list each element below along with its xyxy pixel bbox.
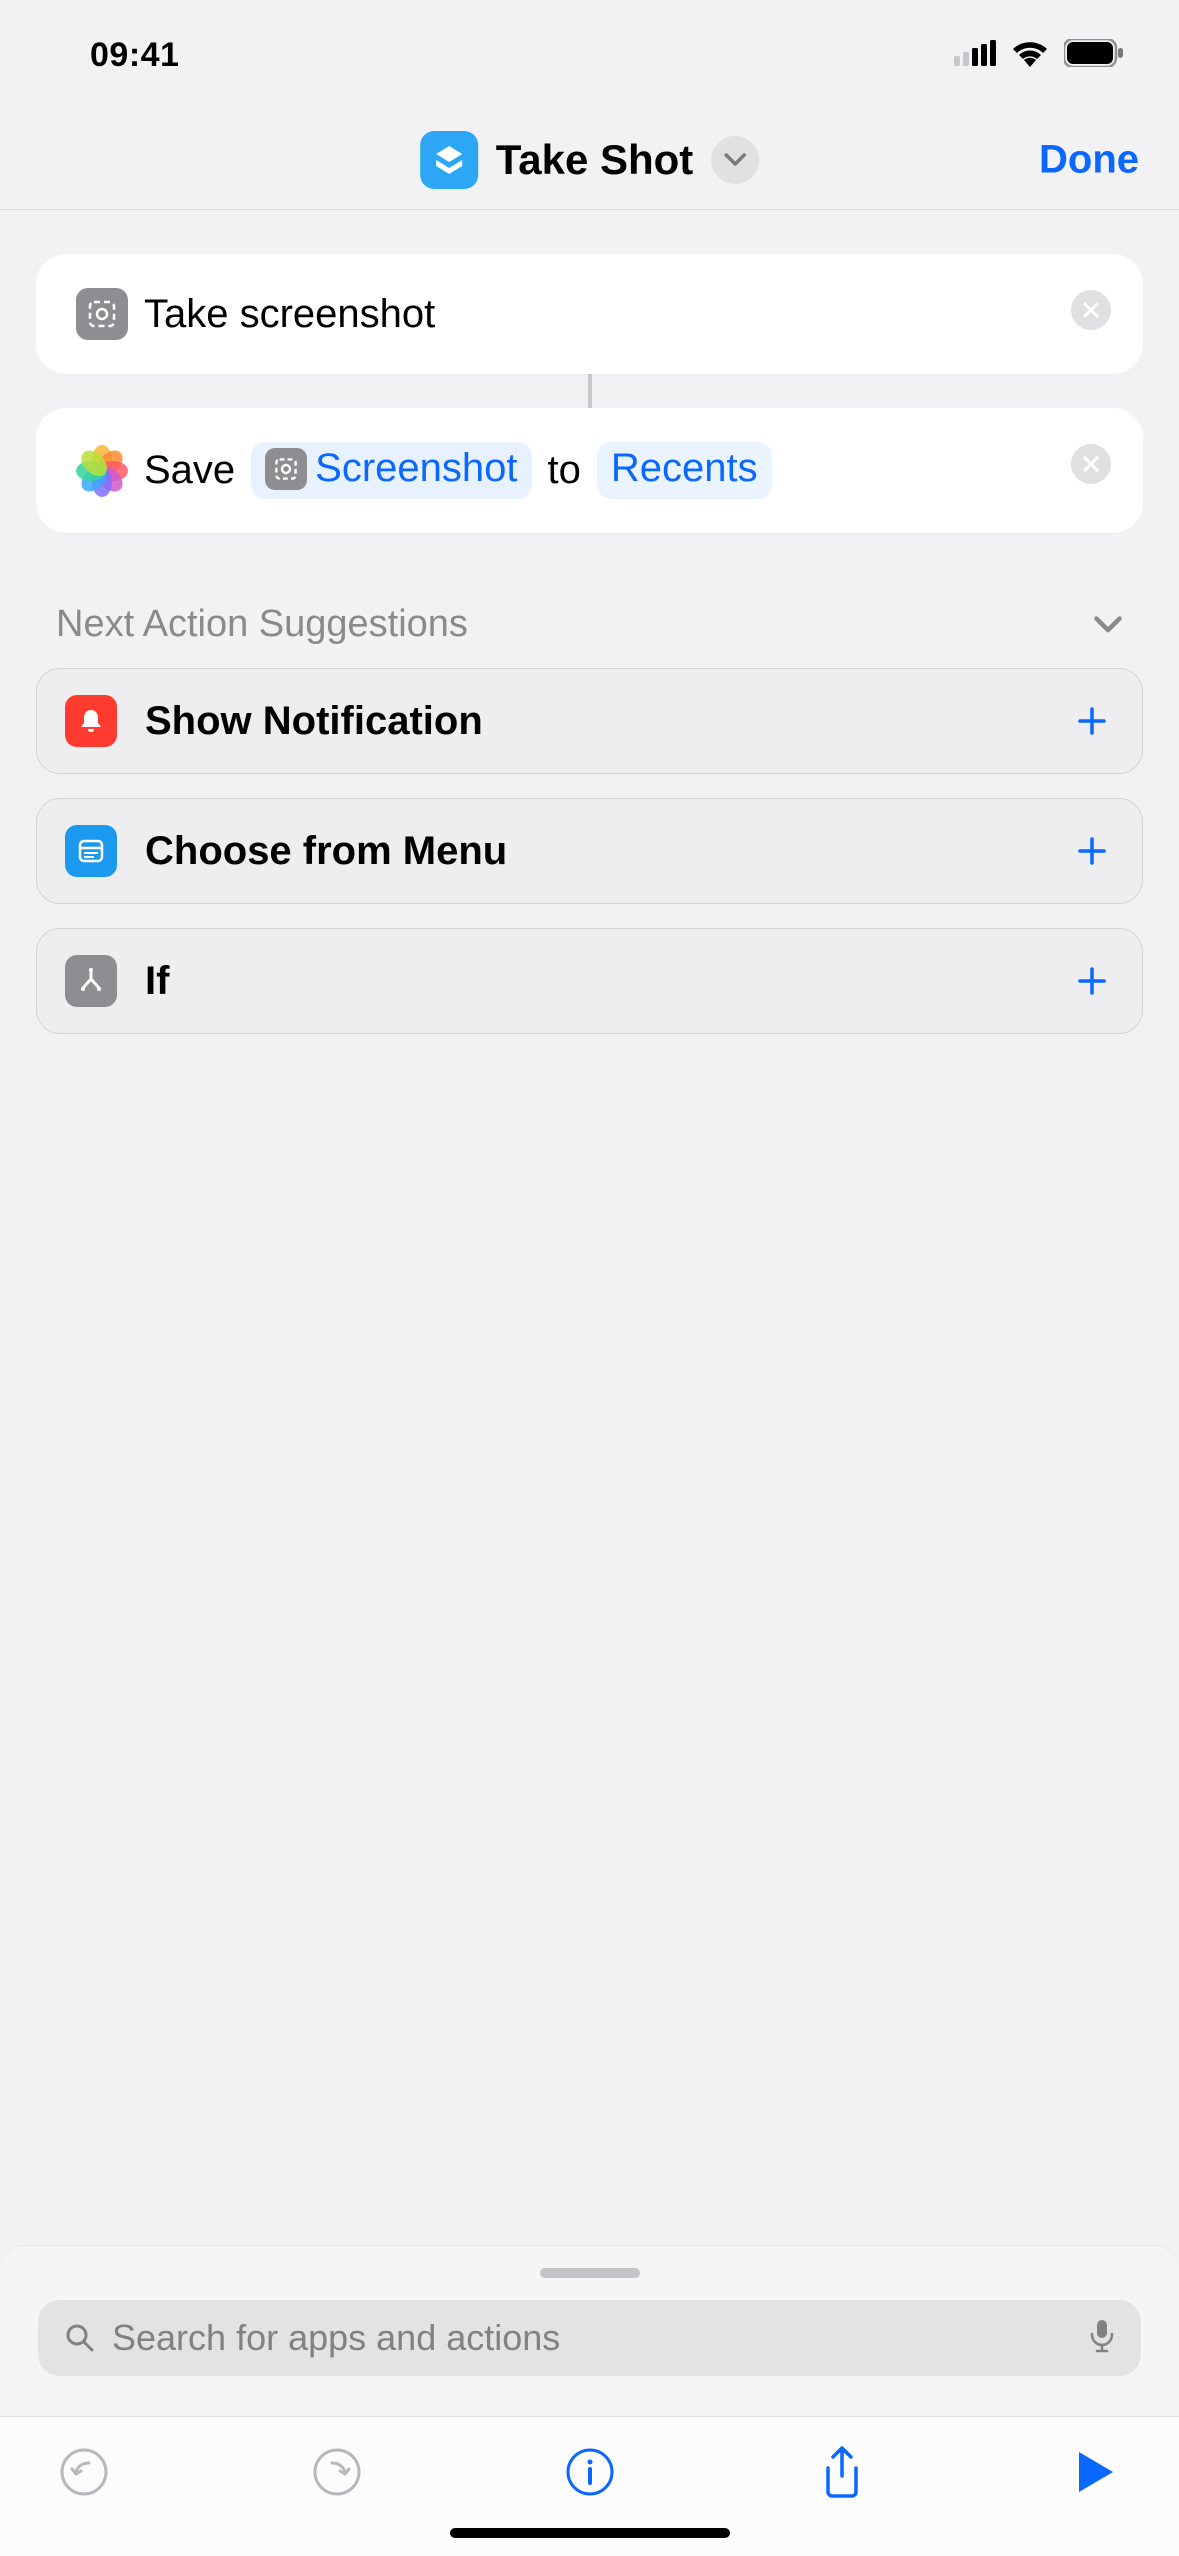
info-icon bbox=[565, 2447, 615, 2497]
microphone-icon bbox=[1089, 2318, 1115, 2354]
status-bar: 09:41 bbox=[0, 0, 1179, 110]
notification-icon bbox=[65, 695, 117, 747]
variable-chip[interactable]: Screenshot bbox=[251, 442, 531, 499]
play-icon bbox=[1073, 2448, 1117, 2496]
suggestion-label: If bbox=[145, 959, 169, 1004]
header-title-group[interactable]: Take Shot bbox=[420, 131, 760, 189]
search-icon bbox=[64, 2322, 96, 2354]
suggestion-if[interactable]: If bbox=[36, 928, 1143, 1034]
content: Take screenshot Save Sc bbox=[0, 210, 1179, 1034]
chevron-down-icon bbox=[1093, 616, 1123, 634]
action-take-screenshot[interactable]: Take screenshot bbox=[36, 254, 1143, 374]
battery-icon bbox=[1064, 39, 1124, 72]
suggestion-show-notification[interactable]: Show Notification bbox=[36, 668, 1143, 774]
redo-icon bbox=[312, 2447, 362, 2497]
branch-icon bbox=[65, 955, 117, 1007]
add-suggestion-button[interactable] bbox=[1076, 694, 1108, 748]
undo-icon bbox=[59, 2447, 109, 2497]
header-title: Take Shot bbox=[496, 136, 694, 184]
screenshot-icon bbox=[76, 288, 128, 340]
status-right bbox=[954, 39, 1124, 72]
drawer-grabber[interactable] bbox=[540, 2268, 640, 2278]
search-drawer[interactable]: Search for apps and actions bbox=[0, 2246, 1179, 2416]
close-icon bbox=[1082, 301, 1100, 319]
redo-button[interactable] bbox=[301, 2436, 373, 2508]
action-verb: Save bbox=[144, 448, 235, 493]
search-placeholder: Search for apps and actions bbox=[112, 2317, 1073, 2359]
search-field[interactable]: Search for apps and actions bbox=[38, 2300, 1141, 2376]
add-suggestion-button[interactable] bbox=[1076, 954, 1108, 1008]
wifi-icon bbox=[1010, 39, 1050, 72]
plus-icon bbox=[1076, 705, 1108, 737]
photos-icon bbox=[76, 445, 128, 497]
dictate-button[interactable] bbox=[1089, 2318, 1115, 2359]
plus-icon bbox=[1076, 835, 1108, 867]
suggestions-header[interactable]: Next Action Suggestions bbox=[36, 533, 1143, 668]
share-button[interactable] bbox=[806, 2436, 878, 2508]
shortcut-icon bbox=[420, 131, 478, 189]
title-menu-button[interactable] bbox=[711, 136, 759, 184]
run-button[interactable] bbox=[1059, 2436, 1131, 2508]
home-indicator[interactable] bbox=[450, 2528, 730, 2538]
suggestions-title: Next Action Suggestions bbox=[56, 603, 468, 646]
screenshot-icon bbox=[265, 448, 307, 490]
suggestion-choose-from-menu[interactable]: Choose from Menu bbox=[36, 798, 1143, 904]
info-button[interactable] bbox=[554, 2436, 626, 2508]
destination-chip[interactable]: Recents bbox=[597, 442, 772, 499]
cellular-icon bbox=[954, 40, 996, 71]
action-label: Take screenshot bbox=[144, 292, 435, 337]
action-save-to-photos[interactable]: Save Screenshot to Recents bbox=[36, 408, 1143, 533]
remove-action-button[interactable] bbox=[1071, 444, 1111, 484]
share-icon bbox=[818, 2444, 866, 2500]
done-button[interactable]: Done bbox=[1039, 137, 1139, 182]
add-suggestion-button[interactable] bbox=[1076, 824, 1108, 878]
suggestion-label: Show Notification bbox=[145, 699, 483, 744]
chevron-down-icon bbox=[724, 153, 746, 167]
header: Take Shot Done bbox=[0, 110, 1179, 210]
menu-icon bbox=[65, 825, 117, 877]
remove-action-button[interactable] bbox=[1071, 290, 1111, 330]
close-icon bbox=[1082, 455, 1100, 473]
undo-button[interactable] bbox=[48, 2436, 120, 2508]
action-joiner: to bbox=[548, 448, 581, 493]
connector bbox=[588, 374, 592, 408]
status-time: 09:41 bbox=[90, 36, 179, 75]
plus-icon bbox=[1076, 965, 1108, 997]
suggestion-label: Choose from Menu bbox=[145, 829, 507, 874]
variable-label: Screenshot bbox=[315, 446, 517, 491]
